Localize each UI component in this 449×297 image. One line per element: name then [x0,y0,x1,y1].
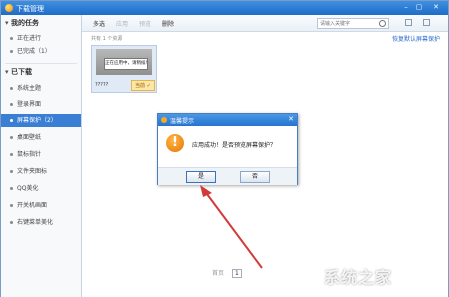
dialog-message: 应用成功！是否预览屏幕保护？ [192,142,277,149]
bullet-icon [10,187,13,190]
resource-card[interactable]: 正在应用中，请稍候! ????? 当前 ✓ [91,45,157,93]
sidebar-item-mouse-pointer[interactable]: 鼠标指针 [1,148,81,161]
bullet-icon [10,37,13,40]
list-view-icon[interactable] [423,19,430,26]
sidebar-item-qq-skin[interactable]: QQ美化 [1,182,81,195]
bullet-icon [10,87,13,90]
watermark: 系统之家 [294,258,444,290]
dialog-title: 温馨提示 [170,118,195,125]
resource-name: ????? [95,82,109,88]
no-button[interactable]: 否 [240,171,270,183]
pagination: 首页 1 [212,268,248,278]
sidebar-item-label: 文件夹图标 [17,168,48,175]
sidebar-item-label: 屏幕保护（2） [17,117,57,124]
title-bar: 下载管理 – ▢ ✕ [1,1,448,15]
bullet-icon [10,204,13,207]
multi-select-button[interactable]: 多选 [93,19,105,28]
dialog-title-bar: 温馨提示 ✕ [158,114,297,126]
sidebar-item-label: 桌面壁纸 [17,134,42,141]
window-title: 下载管理 [16,5,44,13]
restore-default-link[interactable]: 恢复默认屏幕保护 [392,34,440,43]
bullet-icon [10,153,13,156]
section-my-tasks[interactable]: ▾ 我的任务 [5,18,39,28]
bullet-icon [10,136,13,139]
yes-button[interactable]: 是 [186,171,216,183]
sidebar-item-login-screen[interactable]: 登录界面 [1,98,81,111]
bullet-icon [10,103,13,106]
section-downloaded[interactable]: ▾ 已下载 [5,67,32,77]
sidebar-item-label: 开关机画面 [17,202,48,209]
maximize-button[interactable]: ▢ [414,3,424,12]
warning-icon: ! [166,134,184,152]
dialog-app-icon [161,117,167,123]
sidebar-item-label: QQ美化 [17,185,39,192]
preview-button[interactable]: 预览 [139,19,151,28]
confirm-dialog: 温馨提示 ✕ ! 应用成功！是否预览屏幕保护？ 是 否 [157,113,298,185]
sidebar-item-boot-screen[interactable]: 开关机画面 [1,199,81,212]
first-page-link[interactable]: 首页 [212,270,224,277]
sidebar-item-label: 右键菜单美化 [17,219,54,226]
toolbar: 多选 应用 预览 删除 [82,15,448,32]
dialog-close-button[interactable]: ✕ [288,115,294,123]
current-badge: 当前 ✓ [131,80,155,91]
section-my-tasks-label: 我的任务 [11,19,39,27]
sidebar-item-wallpaper[interactable]: 桌面壁纸 [1,131,81,144]
section-downloaded-label: 已下载 [11,68,32,76]
bullet-icon [10,170,13,173]
sidebar-item-completed[interactable]: 已完成（1） [1,45,81,58]
sidebar: ▾ 我的任务 正在进行 已完成（1） ▾ 已下载 系统主题 登录界面 屏幕保护（2） [1,15,82,297]
search-box[interactable] [317,18,389,29]
sidebar-item-system-theme[interactable]: 系统主题 [1,82,81,95]
sidebar-item-label: 登录界面 [17,101,42,108]
app-logo-icon [5,4,13,12]
sidebar-item-label: 已完成（1） [17,48,51,55]
sidebar-item-label: 鼠标指针 [17,151,42,158]
page-number-current[interactable]: 1 [231,269,242,278]
divider [5,63,77,64]
sidebar-item-screensaver[interactable]: 屏幕保护（2） [1,114,81,127]
grid-view-icon[interactable] [405,19,412,26]
sidebar-item-context-menu[interactable]: 右键菜单美化 [1,216,81,229]
resource-thumbnail: 正在应用中，请稍候! [96,49,152,75]
bullet-icon [10,119,13,122]
sidebar-item-label: 系统主题 [17,85,42,92]
sidebar-item-in-progress[interactable]: 正在进行 [1,32,81,45]
search-icon[interactable] [379,20,386,27]
minimize-button[interactable]: – [401,3,411,12]
resource-count: 共有 1 个资源 [91,36,123,42]
delete-button[interactable]: 删除 [162,19,174,28]
apply-button[interactable]: 应用 [116,19,128,28]
watermark-logo-icon [294,260,320,286]
bullet-icon [10,221,13,224]
dialog-button-bar: 是 否 [158,167,297,185]
watermark-text: 系统之家 [324,268,393,287]
applying-toast: 正在应用中，请稍候! [104,58,148,70]
search-input[interactable] [318,19,378,28]
close-button[interactable]: ✕ [429,3,443,12]
bullet-icon [10,50,13,53]
sidebar-item-folder-icon[interactable]: 文件夹图标 [1,165,81,178]
sidebar-item-label: 正在进行 [17,35,42,42]
